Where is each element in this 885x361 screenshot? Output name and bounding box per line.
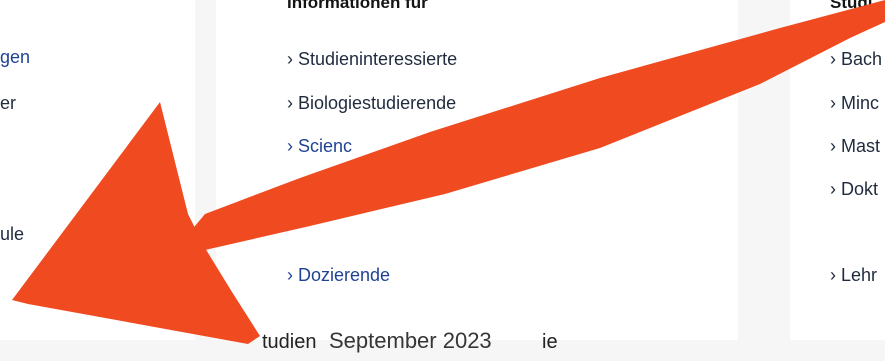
- footer-text: tudien: [262, 331, 317, 353]
- footer-date: September 2023: [329, 328, 492, 353]
- link-minor[interactable]: › Minc: [830, 92, 879, 114]
- link-science[interactable]: › Scienc: [287, 135, 352, 157]
- right-column-heading: Studi: [830, 0, 873, 12]
- link-bachelor[interactable]: › Bach: [830, 48, 882, 70]
- link-doktorat[interactable]: › Dokt: [830, 178, 878, 200]
- left-nav-link-2[interactable]: er: [0, 92, 16, 114]
- middle-column-heading: Informationen für: [287, 0, 428, 12]
- link-dozierende[interactable]: › Dozierende: [287, 264, 390, 286]
- link-lehre[interactable]: › Lehr: [830, 264, 877, 286]
- footer-trailing-text: ie: [542, 331, 558, 353]
- link-biologiestudierende[interactable]: › Biologiestudierende: [287, 92, 456, 114]
- left-nav-link-3[interactable]: ule: [0, 223, 24, 245]
- link-master[interactable]: › Mast: [830, 135, 880, 157]
- page: gen er ule Informationen für › Studienin…: [0, 0, 885, 361]
- link-studieninteressierte[interactable]: › Studieninteressierte: [287, 48, 457, 70]
- left-nav-link-1[interactable]: gen: [0, 46, 30, 68]
